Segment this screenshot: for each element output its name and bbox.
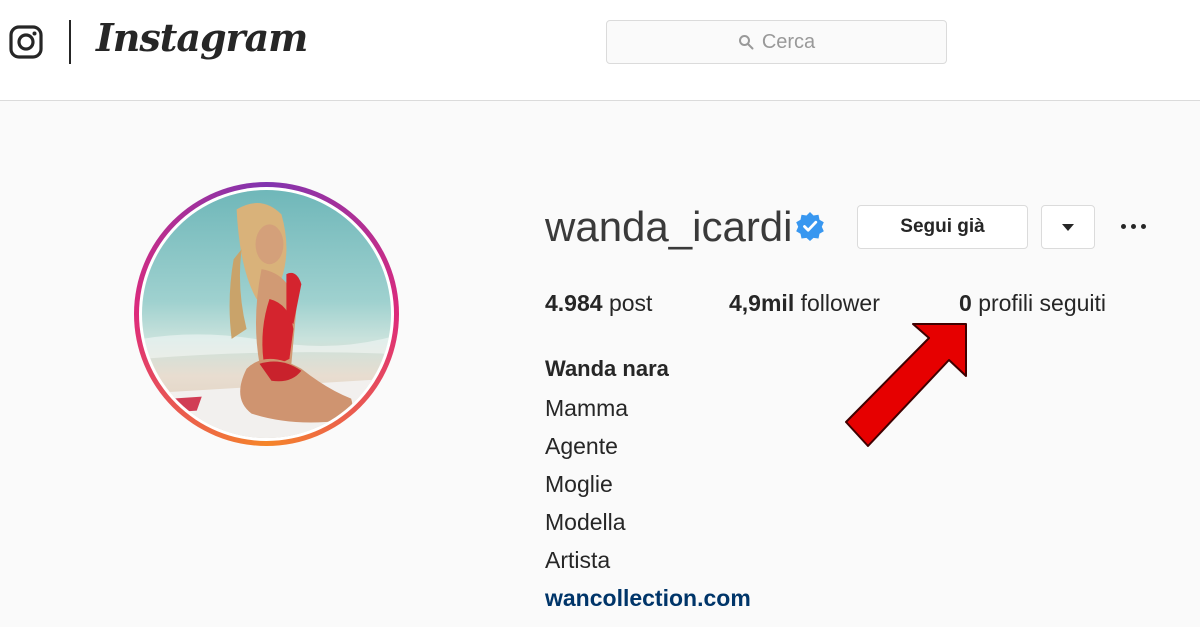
bio-line: Moglie (545, 471, 613, 497)
more-options-icon[interactable] (1115, 212, 1151, 240)
stat-following[interactable]: 0 profili seguiti (959, 290, 1106, 317)
profile-avatar[interactable] (134, 182, 399, 446)
avatar-photo (142, 190, 391, 438)
instagram-glyph-icon[interactable] (8, 24, 44, 60)
search-icon (738, 35, 754, 50)
bio-line: Mamma (545, 395, 629, 421)
more-dot (1140, 223, 1146, 229)
bio-full-name: Wanda nara (545, 356, 669, 381)
stat-followers-value: 4,9mil (729, 290, 795, 316)
stat-followers[interactable]: 4,9mil follower (729, 290, 880, 317)
top-navigation-bar: Instagram Cerca (0, 0, 1200, 101)
bio-website-link[interactable]: wancollection.com (545, 585, 751, 612)
following-button[interactable]: Segui già (857, 205, 1028, 249)
more-dot (1130, 223, 1136, 229)
profile-username: wanda_icardi (545, 203, 793, 250)
stat-following-value: 0 (959, 290, 972, 316)
more-dot (1120, 223, 1126, 229)
chevron-down-icon (1062, 223, 1074, 231)
stat-posts: 4.984 post (545, 290, 652, 317)
stat-posts-value: 4.984 (545, 290, 603, 316)
stat-following-label: profili seguiti (978, 290, 1107, 316)
search-input[interactable]: Cerca (606, 20, 947, 64)
bio-line: Artista (545, 547, 611, 573)
search-placeholder: Cerca (761, 30, 816, 53)
bio-line: Agente (545, 433, 618, 459)
verified-badge-icon (796, 212, 824, 241)
stat-posts-label: post (608, 290, 653, 316)
red-arrow-icon (845, 323, 967, 447)
logo-divider (69, 20, 71, 64)
instagram-wordmark[interactable]: Instagram (96, 15, 308, 60)
suggestions-dropdown-button[interactable] (1041, 205, 1095, 249)
bio-line: Modella (545, 509, 626, 535)
stat-followers-label: follower (800, 290, 880, 316)
